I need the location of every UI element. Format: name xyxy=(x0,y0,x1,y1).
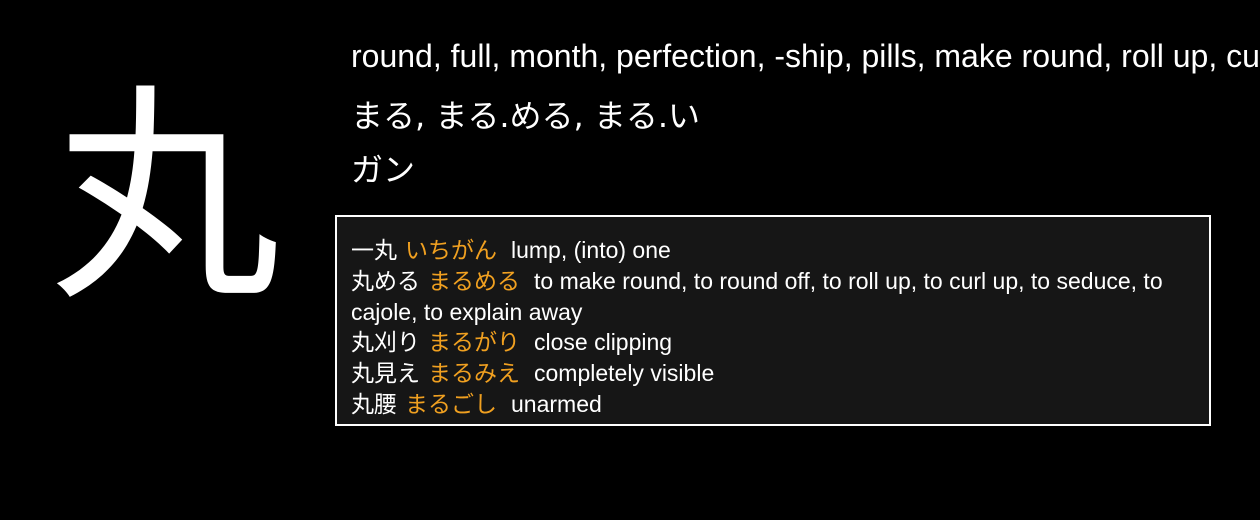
vocab-reading: いちがん xyxy=(405,238,497,264)
kanji-character: 丸 xyxy=(49,66,280,333)
vocab-word: 丸める xyxy=(351,269,420,295)
vocab-word: 一丸 xyxy=(351,238,397,264)
vocab-reading: まるめる xyxy=(428,269,520,295)
vocabulary-panel: 一丸 いちがん lump, (into) one 丸める まるめる to make ro… xyxy=(335,215,1211,426)
vocab-definition: close clipping xyxy=(534,329,673,355)
vocab-entry: 丸腰 まるごし unarmed xyxy=(351,389,1195,420)
vocab-definition: lump, (into) one xyxy=(511,237,671,263)
vocab-entry: 丸める まるめる to make round, to round off, to r… xyxy=(351,266,1195,327)
vocab-entry: 一丸 いちがん lump, (into) one xyxy=(351,235,1195,266)
vocab-reading: まるがり xyxy=(428,330,520,356)
vocab-entry: 丸刈り まるがり close clipping xyxy=(351,327,1195,358)
vocab-reading: まるみえ xyxy=(428,361,520,387)
vocab-reading: まるごし xyxy=(405,392,497,418)
vocab-word: 丸腰 xyxy=(351,392,397,418)
vocab-word: 丸刈り xyxy=(351,330,420,356)
vocab-word: 丸見え xyxy=(351,361,420,387)
vocab-definition: completely visible xyxy=(534,360,715,386)
vocab-definition: unarmed xyxy=(511,391,602,417)
vocab-entry: 丸見え まるみえ completely visible xyxy=(351,358,1195,389)
kanji-meanings: round, full, month, perfection, -ship, p… xyxy=(351,38,1260,74)
on-readings: ガン xyxy=(351,151,416,189)
kun-readings: まる, まる.める, まる.い xyxy=(351,97,701,135)
